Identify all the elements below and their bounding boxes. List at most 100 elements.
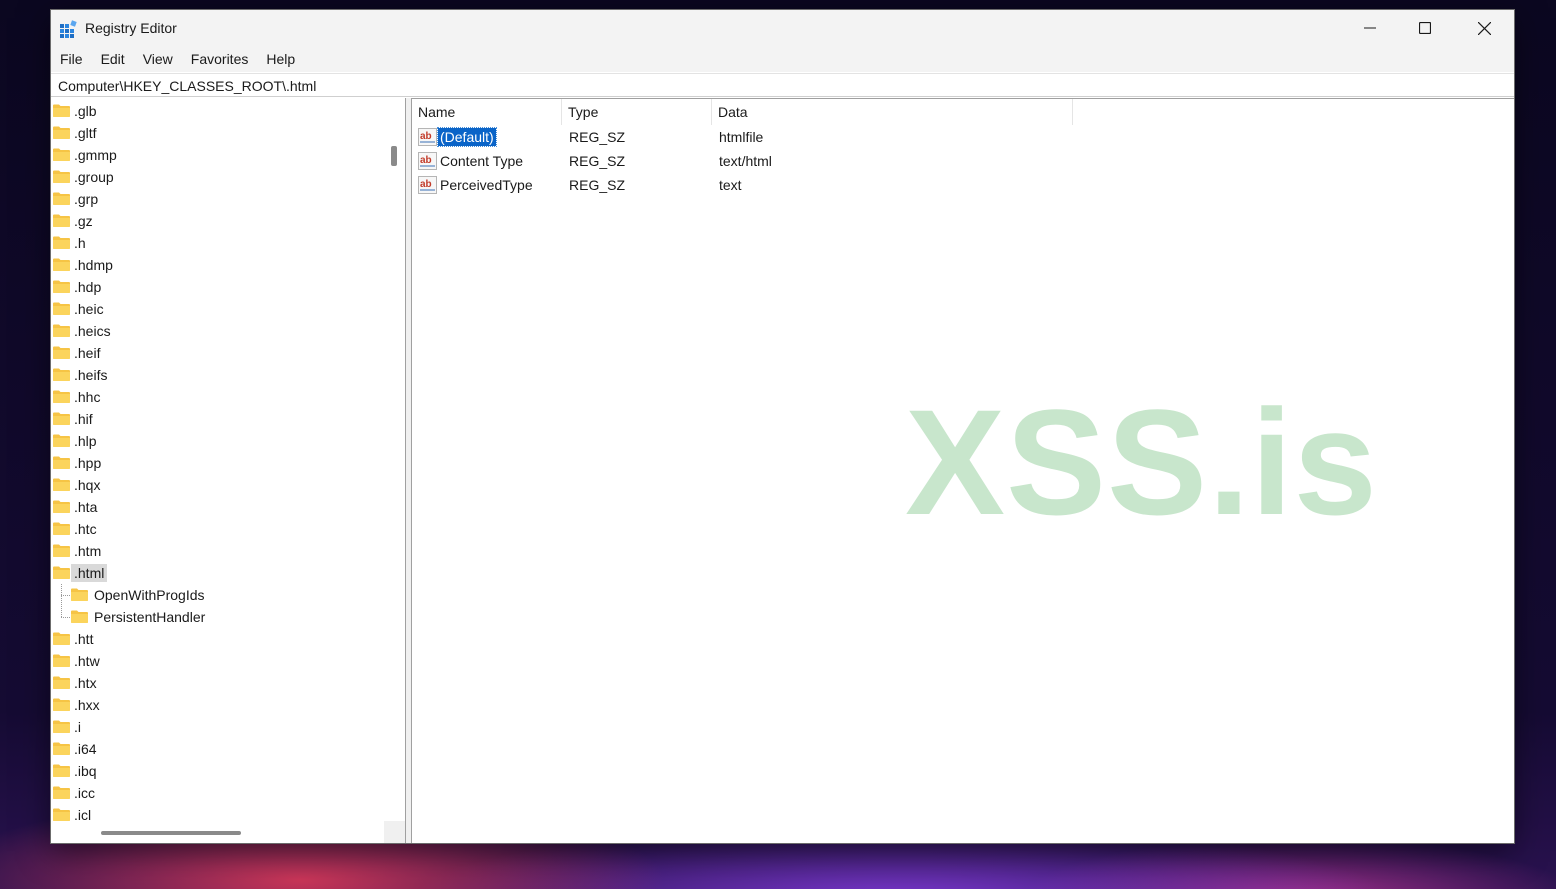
tree-key-label[interactable]: .heif [74, 344, 100, 362]
tree-vertical-scroll-thumb[interactable] [391, 146, 397, 166]
values-pane[interactable]: Name Type Data ab (Default) REG_SZ htmlfile… [412, 98, 1514, 843]
tree-key[interactable]: .heifs [51, 364, 384, 386]
tree-key[interactable]: .hlp [51, 430, 384, 452]
folder-icon [53, 302, 70, 315]
folder-icon [53, 764, 70, 777]
address-bar[interactable]: Computer\HKEY_CLASSES_ROOT\.html [51, 73, 1514, 97]
tree-key-label[interactable]: .gmmp [74, 146, 117, 164]
value-name[interactable]: Content Type [438, 152, 525, 170]
tree-key-label[interactable]: .htt [74, 630, 93, 648]
tree-key[interactable]: .htw [51, 650, 384, 672]
tree-key-label[interactable]: .hif [74, 410, 93, 428]
address-path[interactable]: Computer\HKEY_CLASSES_ROOT\.html [58, 78, 316, 94]
tree-key[interactable]: .hhc [51, 386, 384, 408]
tree-key[interactable]: .heic [51, 298, 384, 320]
tree-key-label[interactable]: .heic [74, 300, 104, 318]
scroll-corner [384, 821, 405, 843]
menu-view[interactable]: View [134, 46, 182, 72]
tree-key[interactable]: .htt [51, 628, 384, 650]
tree-key-label[interactable]: .html [71, 564, 108, 582]
column-header-type[interactable]: Type [562, 99, 712, 125]
tree-key[interactable]: .hdp [51, 276, 384, 298]
tree-key[interactable]: .glb [51, 100, 384, 122]
tree-key-label[interactable]: .hlp [74, 432, 97, 450]
tree-key-label[interactable]: .gltf [74, 124, 97, 142]
tree-key[interactable]: .h [51, 232, 384, 254]
tree-key[interactable]: .ibq [51, 760, 384, 782]
tree-key[interactable]: .i64 [51, 738, 384, 760]
tree-key[interactable]: .htm [51, 540, 384, 562]
tree-key[interactable]: .group [51, 166, 384, 188]
tree-key-label[interactable]: OpenWithProgIds [94, 586, 205, 604]
tree-key-label[interactable]: .i [74, 718, 81, 736]
tree-key[interactable]: .gz [51, 210, 384, 232]
tree-vertical-scrollbar[interactable] [384, 98, 405, 821]
tree-horizontal-scroll-thumb[interactable] [101, 831, 241, 835]
tree-key[interactable]: .hta [51, 496, 384, 518]
tree-key-label[interactable]: .htx [74, 674, 97, 692]
tree-key[interactable]: .heif [51, 342, 384, 364]
folder-icon [53, 280, 70, 293]
column-header-name[interactable]: Name [412, 99, 562, 125]
value-row[interactable]: ab PerceivedType REG_SZ text [412, 173, 1514, 197]
tree-key-label[interactable]: .i64 [74, 740, 97, 758]
tree-key-label[interactable]: .group [74, 168, 114, 186]
menu-edit[interactable]: Edit [92, 46, 134, 72]
tree-key-label[interactable]: .hhc [74, 388, 100, 406]
tree-key[interactable]: .icc [51, 782, 384, 804]
close-button[interactable] [1455, 10, 1513, 46]
folder-icon [53, 148, 70, 161]
minimize-icon [1364, 27, 1376, 29]
tree-subkey[interactable]: OpenWithProgIds [51, 584, 384, 606]
tree-key-label[interactable]: .heics [74, 322, 111, 340]
tree-key[interactable]: .i [51, 716, 384, 738]
tree-key-label[interactable]: .hdp [74, 278, 101, 296]
folder-icon [53, 104, 70, 117]
value-row[interactable]: ab (Default) REG_SZ htmlfile [412, 125, 1514, 149]
tree-guide-line [61, 595, 70, 596]
tree-key-label[interactable]: .hta [74, 498, 97, 516]
tree-key-label[interactable]: .gz [74, 212, 93, 230]
tree-key[interactable]: .htx [51, 672, 384, 694]
tree-key-label[interactable]: .hdmp [74, 256, 113, 274]
value-name[interactable]: PerceivedType [438, 176, 535, 194]
tree-key-label[interactable]: .htw [74, 652, 100, 670]
tree-key-label[interactable]: .htm [74, 542, 101, 560]
tree-key-label[interactable]: .grp [74, 190, 98, 208]
tree-key[interactable]: .hxx [51, 694, 384, 716]
tree-key-label[interactable]: .ibq [74, 762, 97, 780]
tree-key-label[interactable]: .heifs [74, 366, 107, 384]
minimize-button[interactable] [1341, 10, 1399, 46]
column-header-data[interactable]: Data [712, 99, 1073, 125]
value-name[interactable]: (Default) [437, 127, 497, 147]
tree-key-label[interactable]: .hqx [74, 476, 100, 494]
tree-key[interactable]: .gmmp [51, 144, 384, 166]
tree-subkey[interactable]: PersistentHandler [51, 606, 384, 628]
tree-horizontal-scrollbar[interactable] [51, 821, 384, 843]
maximize-button[interactable] [1396, 10, 1454, 46]
key-tree-pane[interactable]: .glb .gltf .gmmp .group .grp .gz .h .hdmp .hdp .h… [51, 98, 406, 843]
tree-key[interactable]: .heics [51, 320, 384, 342]
tree-key-label[interactable]: .hpp [74, 454, 101, 472]
title-bar[interactable]: Registry Editor [51, 10, 1514, 46]
value-row[interactable]: ab Content Type REG_SZ text/html [412, 149, 1514, 173]
tree-key[interactable]: .hif [51, 408, 384, 430]
tree-key-label[interactable]: .hxx [74, 696, 100, 714]
tree-key[interactable]: .hqx [51, 474, 384, 496]
tree-key[interactable]: .hpp [51, 452, 384, 474]
tree-key-label[interactable]: .htc [74, 520, 97, 538]
folder-icon [53, 544, 70, 557]
tree-key[interactable]: .html [51, 562, 384, 584]
tree-key[interactable]: .hdmp [51, 254, 384, 276]
menu-file[interactable]: File [51, 46, 92, 72]
tree-key[interactable]: .grp [51, 188, 384, 210]
tree-key[interactable]: .gltf [51, 122, 384, 144]
tree-key[interactable]: .htc [51, 518, 384, 540]
svg-text:ab: ab [420, 179, 432, 190]
tree-key-label[interactable]: .icc [74, 784, 95, 802]
menu-favorites[interactable]: Favorites [182, 46, 258, 72]
tree-key-label[interactable]: .h [74, 234, 86, 252]
menu-help[interactable]: Help [257, 46, 304, 72]
tree-key-label[interactable]: PersistentHandler [94, 608, 205, 626]
tree-key-label[interactable]: .glb [74, 102, 97, 120]
